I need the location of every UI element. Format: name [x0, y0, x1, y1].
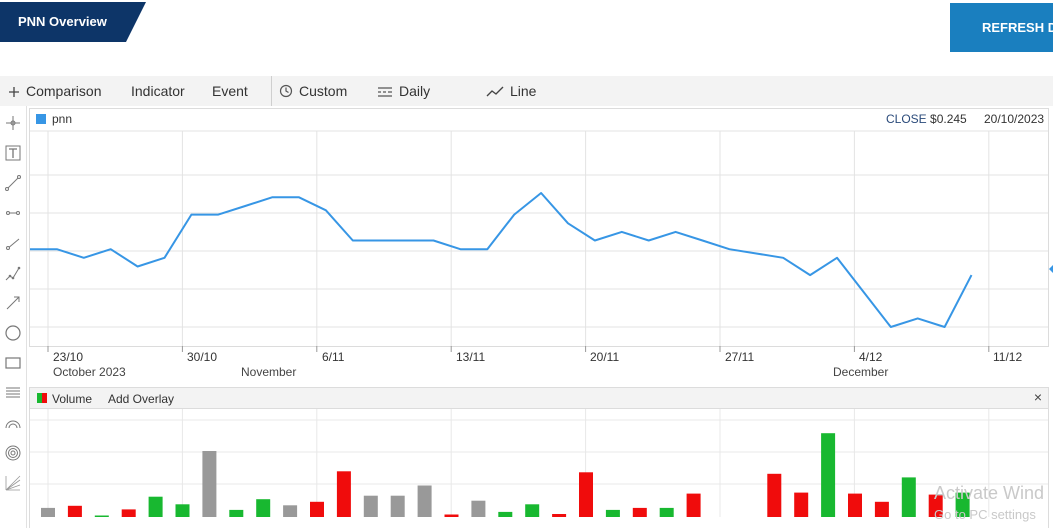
toolbar-divider	[271, 76, 272, 106]
crosshair-icon[interactable]	[4, 114, 22, 132]
text-tool-icon[interactable]	[4, 144, 22, 162]
horizontal-line-icon[interactable]	[4, 204, 22, 222]
arrow-line-icon[interactable]	[4, 294, 22, 312]
custom-range-button[interactable]: Custom	[279, 83, 347, 101]
chart-type-button[interactable]: Line	[486, 83, 536, 101]
volume-label: Volume	[52, 392, 93, 406]
title-tab: PNN Overview	[0, 2, 148, 42]
volume-swatch-icon	[37, 393, 47, 403]
refresh-button[interactable]: REFRESH D	[950, 3, 1053, 52]
interval-icon	[378, 87, 392, 97]
indicator-button[interactable]: Indicator	[131, 83, 185, 101]
chart-toolbar: Comparison Indicator Event Custom Daily …	[0, 76, 1053, 106]
trend-line-icon[interactable]	[4, 174, 22, 192]
drawing-toolbar	[0, 106, 27, 528]
hover-date: 20/10/2023	[984, 112, 1045, 126]
add-overlay-button[interactable]: Add Overlay	[108, 392, 174, 406]
line-label: Line	[510, 83, 537, 99]
event-button[interactable]: Event	[212, 83, 248, 101]
comparison-label: Comparison	[26, 83, 102, 99]
x-month-label: November	[241, 365, 297, 379]
x-tick-label: 27/11	[725, 350, 755, 364]
clock-icon	[279, 84, 293, 98]
x-tick-label: 23/10	[53, 350, 84, 364]
last-price-marker	[1049, 265, 1053, 273]
x-tick-label: 20/11	[590, 350, 620, 364]
line-chart-icon	[486, 86, 504, 97]
close-panel-icon[interactable]: ×	[1034, 389, 1042, 405]
target-tool-icon[interactable]	[4, 444, 22, 462]
custom-label: Custom	[299, 83, 348, 99]
close-value: $0.245	[930, 112, 967, 126]
indicator-label: Indicator	[131, 83, 185, 99]
series-name: pnn	[52, 112, 73, 126]
volume-panel-header: Volume Add Overlay ×	[29, 387, 1049, 409]
close-key: CLOSE	[886, 112, 927, 126]
ray-icon[interactable]	[4, 234, 22, 252]
close-price: CLOSE $0.245	[886, 112, 967, 126]
circle-tool-icon[interactable]	[4, 324, 22, 342]
x-tick-label: 30/10	[187, 350, 218, 364]
x-tick-label: 13/11	[456, 350, 486, 364]
series-legend[interactable]: pnn	[36, 112, 72, 126]
event-label: Event	[212, 83, 248, 99]
daily-label: Daily	[399, 83, 431, 99]
arc-tool-icon[interactable]	[4, 414, 22, 432]
x-month-label: December	[833, 365, 889, 379]
fibonacci-fan-icon[interactable]	[4, 474, 22, 492]
watermark-title: Activate Wind	[934, 483, 1045, 503]
price-chart-frame	[29, 108, 1049, 347]
x-month-label: October 2023	[53, 365, 126, 379]
comparison-button[interactable]: Comparison	[8, 83, 101, 101]
page-title: PNN Overview	[18, 14, 107, 29]
rectangle-tool-icon[interactable]	[4, 354, 22, 372]
x-tick-label: 4/12	[859, 350, 883, 364]
parallel-lines-icon[interactable]	[4, 384, 22, 402]
x-tick-label: 6/11	[322, 350, 345, 364]
watermark-subtitle: Go to PC settings	[934, 507, 1036, 522]
plus-icon	[9, 87, 19, 97]
polyline-icon[interactable]	[4, 264, 22, 282]
series-swatch	[36, 114, 46, 124]
x-tick-label: 11/12	[993, 350, 1023, 364]
volume-chart-frame	[29, 409, 1049, 528]
daily-interval-button[interactable]: Daily	[377, 83, 430, 101]
